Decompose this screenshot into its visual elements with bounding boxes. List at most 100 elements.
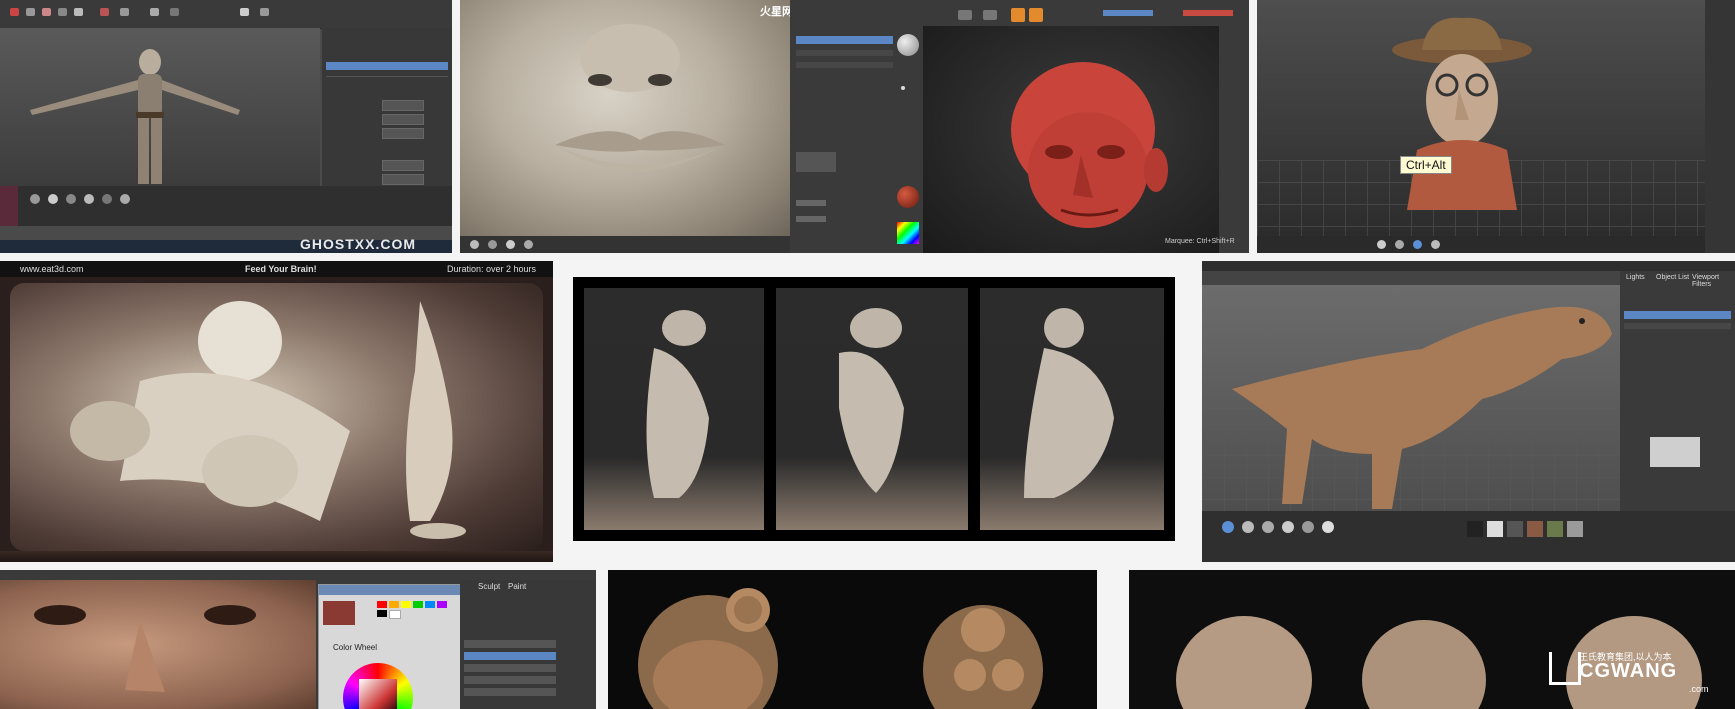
field[interactable] — [382, 100, 424, 111]
tool-icon[interactable] — [983, 10, 997, 20]
layer-row[interactable] — [464, 664, 556, 672]
stencil-icon[interactable] — [1467, 521, 1483, 537]
slider[interactable] — [796, 200, 826, 206]
brush-preview — [796, 152, 836, 172]
field[interactable] — [382, 174, 424, 185]
layer-row[interactable] — [796, 62, 894, 68]
brush-icon[interactable] — [120, 194, 130, 204]
brush-icon[interactable] — [488, 240, 497, 249]
left-shelf — [893, 26, 923, 253]
layer-row[interactable] — [464, 640, 556, 648]
color-picker-icon[interactable] — [897, 222, 919, 244]
brush-icon[interactable] — [1302, 521, 1314, 533]
brush-icon[interactable] — [897, 34, 919, 56]
current-color-swatch[interactable] — [323, 601, 355, 625]
duration: Duration: over 2 hours — [447, 264, 537, 274]
shortcut-tooltip: Ctrl+Alt — [1400, 156, 1452, 174]
selected-layer[interactable] — [796, 36, 894, 44]
object-row[interactable] — [1624, 323, 1731, 329]
brush-icon[interactable] — [1262, 521, 1274, 533]
properties-panel — [322, 28, 452, 200]
color-swatch[interactable] — [437, 601, 447, 608]
selected-object[interactable] — [1624, 311, 1731, 319]
stencil-icon[interactable] — [1547, 521, 1563, 537]
color-wheel[interactable] — [343, 663, 413, 709]
saturation-square[interactable] — [359, 679, 397, 709]
color-swatch[interactable] — [377, 610, 387, 617]
layer-row[interactable] — [464, 676, 556, 684]
brush-icon[interactable] — [30, 194, 40, 204]
stencil-icon[interactable] — [1487, 521, 1503, 537]
stencil-icon[interactable] — [1507, 521, 1523, 537]
brush-icon[interactable] — [48, 194, 58, 204]
edit-mode-icon[interactable] — [1029, 8, 1043, 22]
cowboy-bust — [1392, 17, 1532, 210]
thumbnail-figure-turnaround[interactable] — [573, 277, 1175, 541]
stroke-icon — [901, 86, 905, 90]
color-wheel-label: Color Wheel — [333, 643, 378, 652]
thumbnail-paint-color-wheel[interactable]: Color Wheel Sculpt Paint — [0, 570, 596, 709]
thumbnail-eat3d-sculpture[interactable]: www.eat3d.com Feed Your Brain! Duration:… — [0, 261, 553, 562]
thumbnail-hellboy-heads[interactable] — [608, 570, 1097, 709]
bottom-tray — [460, 236, 808, 253]
tool-icon — [260, 8, 269, 16]
color-swatch[interactable] — [377, 601, 387, 608]
bald-head-sculpts — [1176, 616, 1702, 709]
tool-icon — [100, 8, 109, 16]
tool-icon — [42, 8, 51, 16]
trex-model — [1232, 306, 1612, 509]
brush-icon[interactable] — [1431, 240, 1440, 249]
field[interactable] — [382, 114, 424, 125]
selected-layer[interactable] — [326, 62, 448, 70]
brush-icon[interactable] — [84, 194, 94, 204]
stencil-icon[interactable] — [1567, 521, 1583, 537]
brush-icon[interactable] — [1377, 240, 1386, 249]
tab-paint[interactable]: Paint — [508, 582, 526, 591]
brush-icon[interactable] — [1413, 240, 1422, 249]
draw-mode-icon[interactable] — [1011, 8, 1025, 22]
intensity-slider[interactable] — [1103, 10, 1153, 16]
brush-icon[interactable] — [1282, 521, 1294, 533]
thumbnail-mudbox-tpose[interactable]: GHOSTXX.COM — [0, 0, 452, 253]
layer-row[interactable] — [796, 50, 894, 56]
draw-size-slider[interactable] — [1183, 10, 1233, 16]
brand-domain: .com — [1689, 684, 1709, 694]
tab-lights[interactable]: Lights — [1626, 274, 1645, 281]
brush-icon[interactable] — [102, 194, 112, 204]
sculpture-figures — [70, 301, 466, 539]
brush-icon[interactable] — [1322, 521, 1334, 533]
layer-row[interactable] — [464, 688, 556, 696]
brush-icon[interactable] — [1242, 521, 1254, 533]
tool-icon[interactable] — [958, 10, 972, 20]
color-swatch[interactable] — [389, 601, 399, 608]
brush-icon[interactable] — [470, 240, 479, 249]
site-url[interactable]: www.eat3d.com — [20, 264, 84, 274]
brush-icon[interactable] — [66, 194, 76, 204]
stencil-icon[interactable] — [1527, 521, 1543, 537]
thumbnail-cowboy-tooltip[interactable]: Ctrl+Alt — [1257, 0, 1735, 253]
thumbnail-face-closeup[interactable]: 火星网 — [460, 0, 808, 253]
toolbar — [0, 0, 452, 29]
field[interactable] — [382, 128, 424, 139]
stamp-swatch — [0, 186, 18, 226]
color-swatch[interactable] — [425, 601, 435, 608]
brush-icon[interactable] — [524, 240, 533, 249]
brush-icon[interactable] — [1222, 521, 1234, 533]
selected-layer[interactable] — [464, 652, 556, 660]
thumbnail-bald-heads[interactable]: 王氏教育集团,以人为本 CGWANG .com — [1129, 570, 1735, 709]
field[interactable] — [382, 160, 424, 171]
thumbnail-trex-mudbox[interactable]: Lights Object List Viewport Filters — [1202, 261, 1735, 562]
tab-object-list[interactable]: Object List — [1656, 274, 1689, 281]
slider[interactable] — [796, 216, 826, 222]
site-logo: 火星网 — [760, 6, 793, 18]
tab-viewport-filters[interactable]: Viewport Filters — [1692, 274, 1735, 288]
tab-sculpt[interactable]: Sculpt — [478, 582, 500, 591]
color-swatch[interactable] — [413, 601, 423, 608]
color-swatch[interactable] — [401, 601, 411, 608]
brush-icon[interactable] — [506, 240, 515, 249]
material-icon[interactable] — [897, 186, 919, 208]
hellboy-sculpts — [638, 588, 1043, 709]
thumbnail-zbrush-red-head[interactable]: Marquee: Ctrl+Shift+R — [893, 0, 1249, 253]
color-swatch[interactable] — [389, 610, 401, 619]
brush-icon[interactable] — [1395, 240, 1404, 249]
